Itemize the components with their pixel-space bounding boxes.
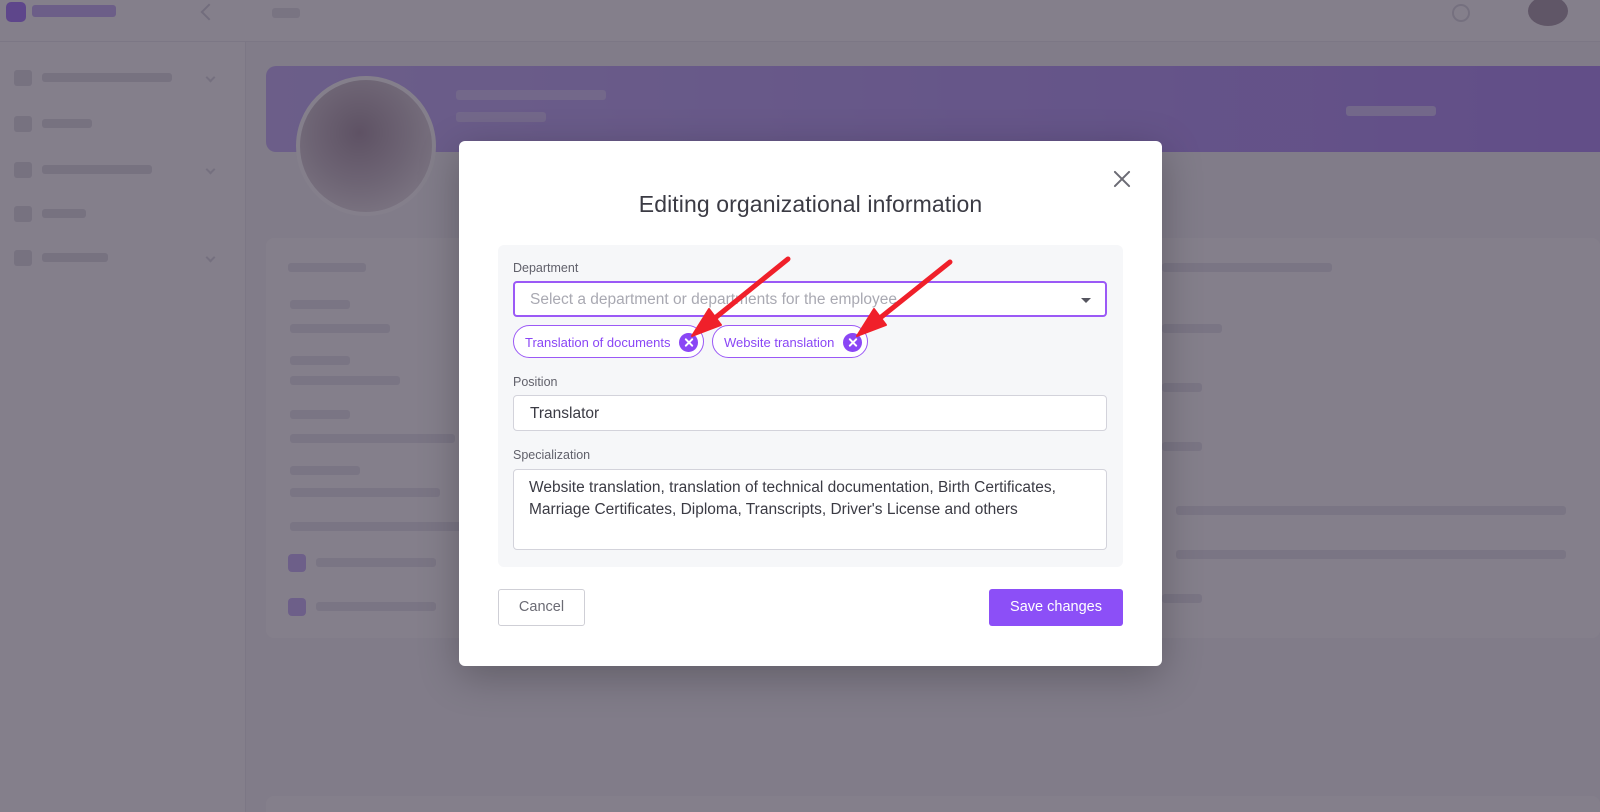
position-value: Translator bbox=[530, 405, 600, 422]
close-icon[interactable] bbox=[1112, 169, 1132, 189]
chevron-down-icon[interactable] bbox=[1081, 298, 1091, 303]
department-chip-label: Translation of documents bbox=[525, 335, 671, 350]
department-chip-label: Website translation bbox=[724, 335, 835, 350]
specialization-textarea[interactable]: Website translation, translation of tech… bbox=[513, 469, 1107, 550]
form-panel: Department Select a department or depart… bbox=[498, 245, 1123, 567]
specialization-label: Specialization bbox=[513, 448, 591, 462]
position-input[interactable]: Translator bbox=[513, 395, 1107, 431]
modal-title: Editing organizational information bbox=[638, 191, 983, 217]
remove-chip-icon[interactable] bbox=[679, 333, 698, 352]
save-changes-button[interactable]: Save changes bbox=[989, 589, 1123, 626]
cancel-button[interactable]: Cancel bbox=[498, 589, 585, 626]
department-select[interactable]: Select a department or departments for t… bbox=[513, 281, 1107, 317]
department-chip: Translation of documents bbox=[513, 325, 704, 358]
remove-chip-icon[interactable] bbox=[843, 333, 862, 352]
department-label: Department bbox=[513, 261, 579, 275]
edit-organization-modal: Editing organizational information Depar… bbox=[459, 141, 1162, 666]
department-chip: Website translation bbox=[712, 325, 868, 358]
department-placeholder: Select a department or departments for t… bbox=[530, 291, 898, 308]
position-label: Position bbox=[513, 375, 558, 389]
